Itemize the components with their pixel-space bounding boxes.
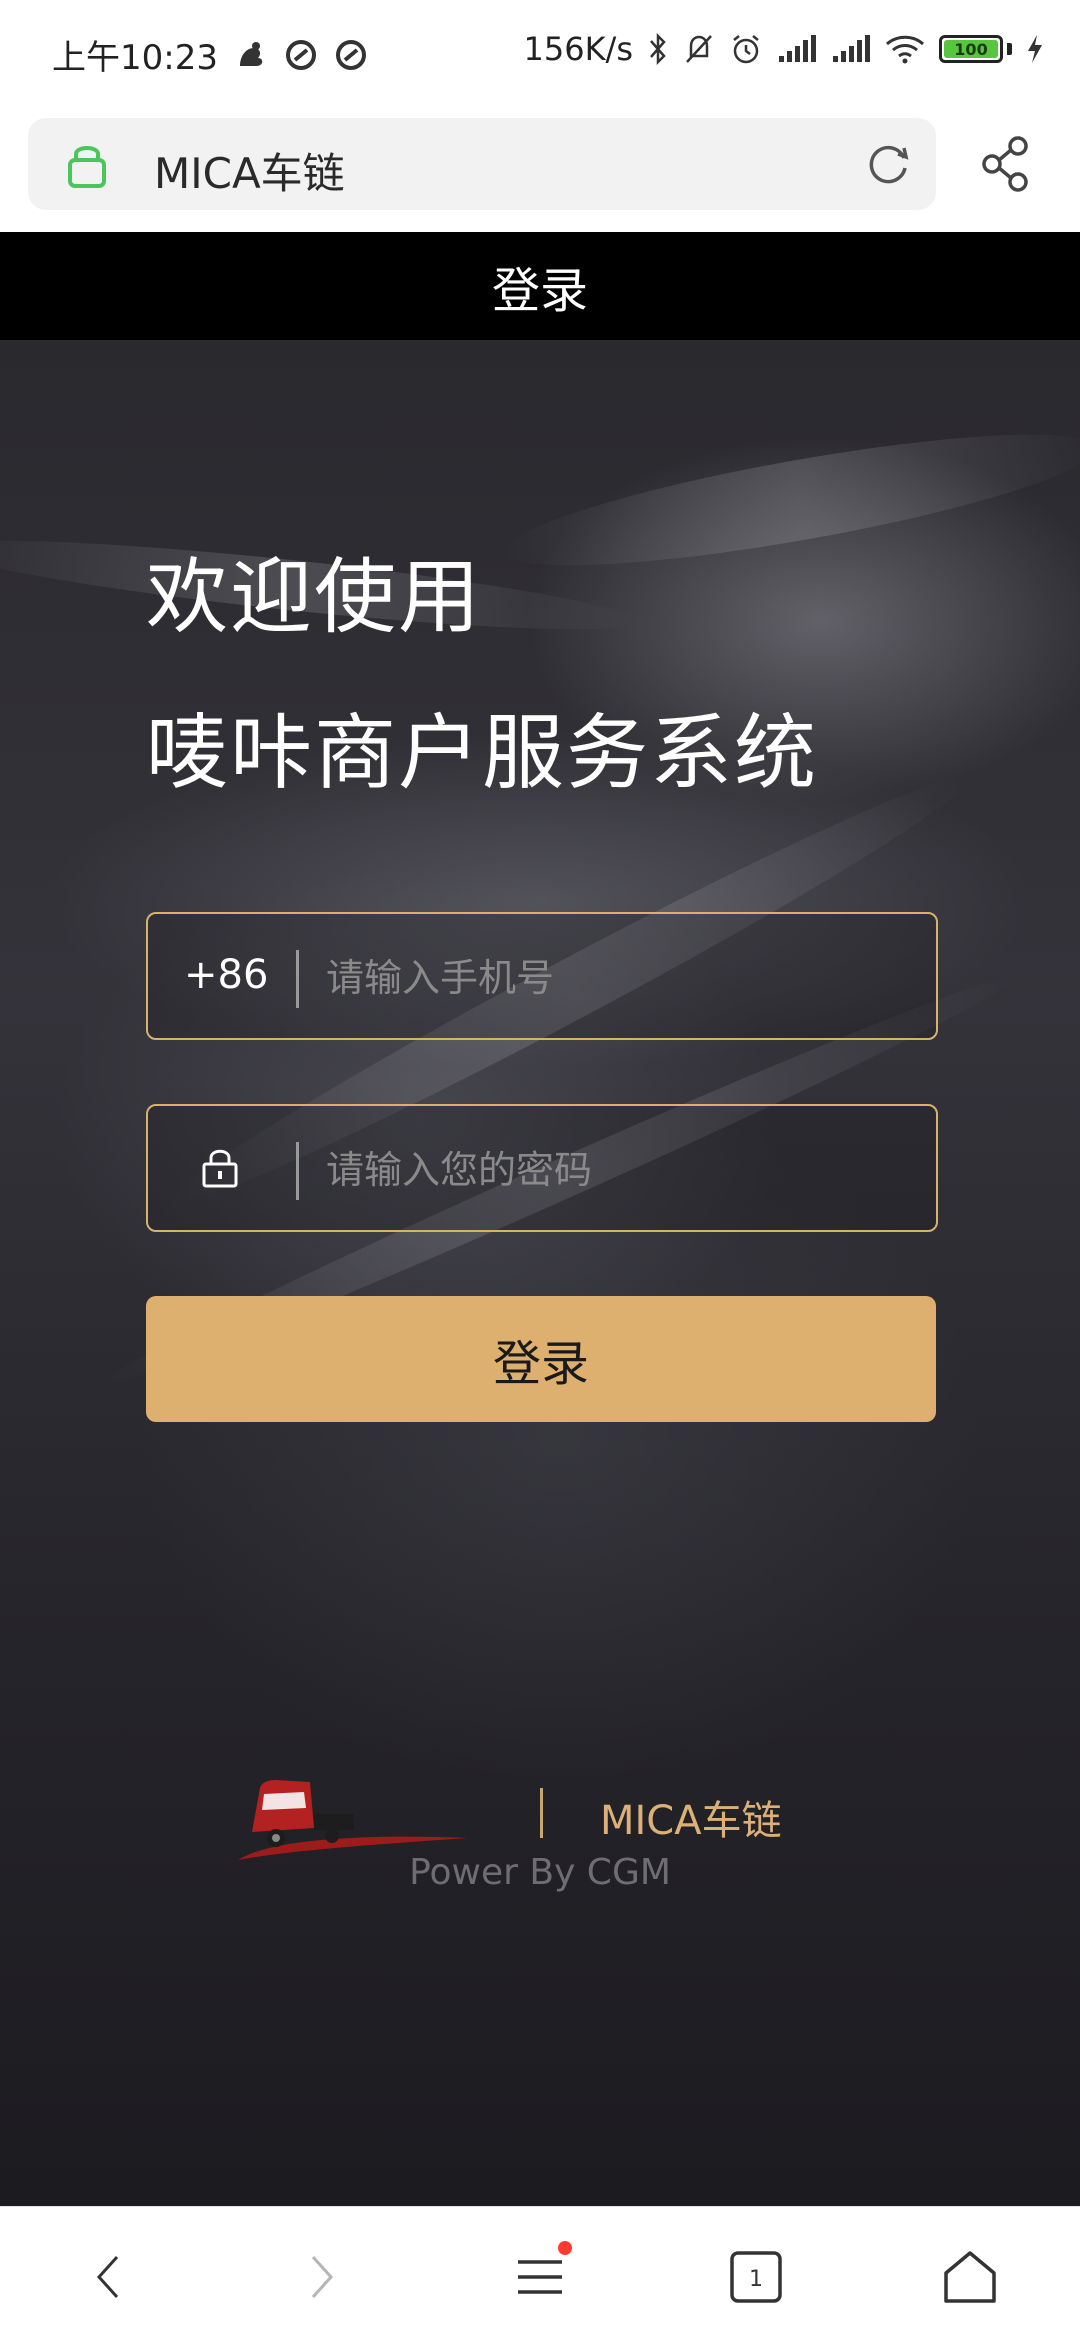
status-bar: 上午10:23 156K/s 100: [0, 0, 1080, 104]
tabs-icon: 1: [730, 2251, 782, 2303]
mute-bell-icon: [686, 35, 712, 63]
alarm-icon: [733, 35, 759, 64]
share-icon[interactable]: [978, 134, 1034, 194]
status-left: 上午10:23: [52, 30, 368, 79]
notification-dot: [558, 2241, 572, 2255]
status-right: 156K/s 100: [523, 30, 1044, 68]
password-input[interactable]: [324, 1136, 908, 1204]
network-speed: 156K/s: [523, 30, 633, 68]
charging-icon: [1028, 35, 1042, 63]
secure-lock-icon: [68, 146, 106, 188]
page-title-bar: 登录: [0, 232, 1080, 340]
url-title: MICA车链: [154, 149, 345, 198]
squirrel-app-icon: [239, 41, 263, 66]
battery-icon: 100: [939, 35, 1003, 63]
tabs-button[interactable]: 1: [720, 2241, 792, 2313]
status-time: 上午10:23: [52, 38, 218, 78]
brand-name: MICA车链: [600, 1798, 782, 1844]
back-button[interactable]: [72, 2241, 144, 2313]
signal-icon-2: [833, 35, 870, 62]
footer-divider: [540, 1788, 543, 1838]
battery-level: 100: [954, 39, 988, 59]
battery-tip: [1007, 43, 1012, 55]
wifi-icon: [885, 35, 925, 64]
menu-icon: [518, 2260, 562, 2294]
welcome-line-2: 唛咔商户服务系统: [146, 706, 819, 801]
bluetooth-icon: [650, 32, 666, 66]
footer-brand: MICA车链: [0, 1760, 1080, 1860]
app-notification-icon-2: [335, 39, 366, 70]
tab-count: 1: [749, 2267, 763, 2292]
signal-icon: [779, 35, 816, 62]
password-field: [146, 1104, 938, 1232]
powered-by: Power By CGM: [409, 1852, 671, 1893]
country-code[interactable]: +86: [184, 952, 284, 998]
field-divider: [296, 950, 299, 1008]
background-streak: [497, 408, 1080, 592]
welcome-line-1: 欢迎使用: [146, 550, 483, 645]
menu-button[interactable]: [504, 2241, 576, 2313]
forward-button[interactable]: [286, 2241, 358, 2313]
field-divider: [296, 1142, 299, 1200]
chevron-left-icon: [96, 2255, 119, 2299]
chevron-right-icon: [311, 2255, 334, 2299]
login-button[interactable]: 登录: [146, 1296, 936, 1422]
app-notification-icon: [285, 39, 316, 70]
url-box[interactable]: MICA车链: [28, 118, 936, 210]
home-icon: [944, 2251, 996, 2303]
login-hero: 欢迎使用 唛咔商户服务系统 +86 登录 MICA车链 Power By CGM: [0, 340, 1080, 2206]
browser-address-bar: MICA车链: [0, 104, 1080, 232]
home-button[interactable]: [934, 2241, 1006, 2313]
bottom-nav: 1: [0, 2206, 1080, 2341]
phone-field: +86: [146, 912, 938, 1040]
reload-icon[interactable]: [862, 138, 914, 190]
phone-input[interactable]: [324, 944, 908, 1012]
page-title: 登录: [491, 263, 588, 319]
padlock-icon: [202, 1149, 238, 1188]
